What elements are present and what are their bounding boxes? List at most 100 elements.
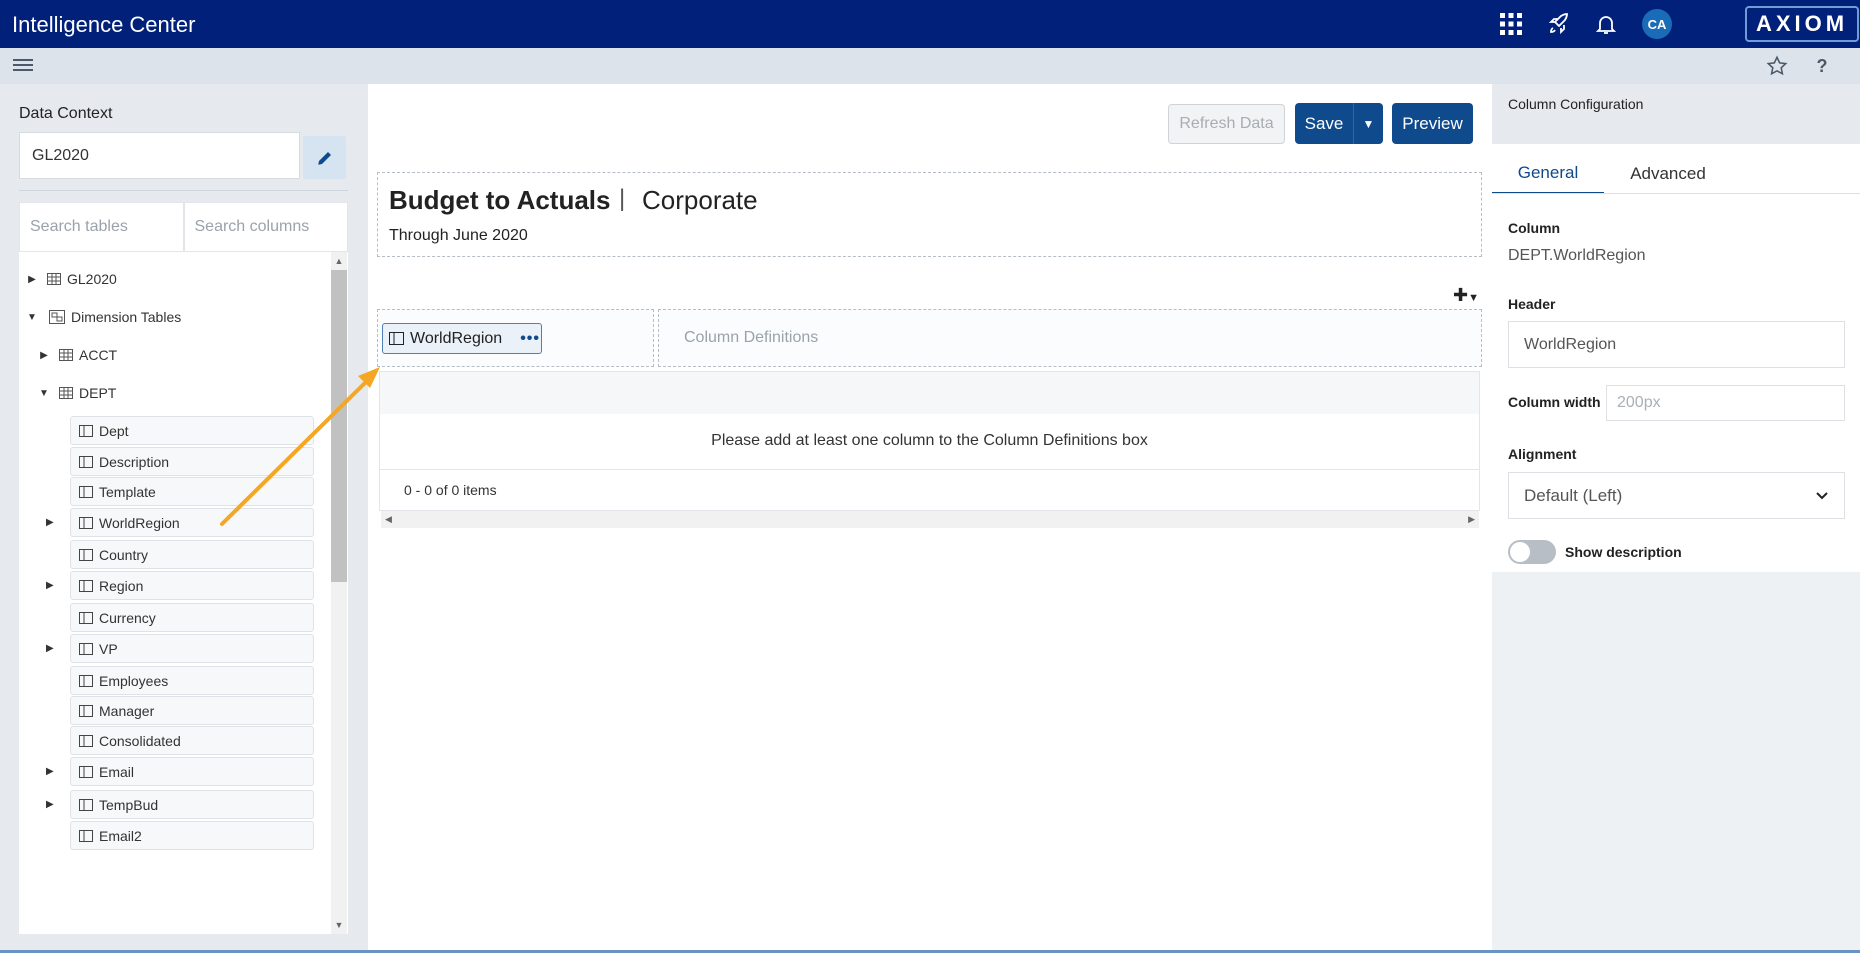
caret-right-icon[interactable]: ▶ (39, 350, 49, 361)
alignment-label: Alignment (1508, 446, 1577, 462)
sub-toolbar: ? (0, 48, 1860, 84)
table-icon (47, 273, 61, 285)
column-item[interactable]: Email2 (70, 821, 314, 850)
user-avatar[interactable]: CA (1642, 9, 1672, 39)
tab-divider (1492, 193, 1860, 194)
scroll-down-icon[interactable]: ▼ (331, 917, 347, 933)
column-item-label: Description (99, 453, 170, 470)
save-label: Save (1304, 113, 1344, 133)
column-definitions-placeholder: Column Definitions (684, 329, 819, 346)
help-icon[interactable]: ? (1810, 54, 1834, 78)
column-label: Column (1508, 220, 1561, 236)
table-icon (59, 349, 73, 361)
column-item[interactable]: VP (70, 634, 314, 663)
report-date: Through June 2020 (389, 227, 528, 244)
report-title-box[interactable]: Budget to Actuals | Corporate Through Ju… (377, 172, 1482, 257)
preview-button[interactable]: Preview (1392, 103, 1473, 144)
column-item-label: Template (99, 483, 156, 500)
column-icon (79, 455, 93, 468)
caret-right-icon[interactable]: ▶ (46, 799, 58, 810)
panel-body: General Advanced Column DEPT.WorldRegion… (1492, 144, 1860, 572)
column-item[interactable]: Consolidated (70, 726, 314, 755)
caret-down-icon[interactable]: ▼ (27, 312, 37, 323)
data-context-label: Data Context (19, 105, 113, 122)
hamburger-menu-icon[interactable] (13, 56, 33, 76)
tree-item-gl2020[interactable]: ▶ GL2020 (27, 264, 117, 294)
panel-header: Column Configuration (1492, 84, 1860, 144)
tree-item-acct[interactable]: ▶ ACCT (39, 340, 117, 370)
column-item-label: Employees (99, 672, 169, 689)
more-options-icon[interactable]: ••• (520, 330, 540, 348)
scroll-up-icon[interactable]: ▲ (331, 253, 347, 269)
caret-down-icon[interactable]: ▼ (39, 388, 49, 399)
caret-right-icon[interactable]: ▶ (46, 517, 58, 528)
column-item-label: Dept (99, 422, 129, 439)
column-width-label: Column width (1508, 394, 1601, 410)
report-title: Budget to Actuals (389, 185, 611, 215)
grid-horizontal-scrollbar[interactable]: ◀ ▶ (381, 511, 1479, 528)
star-icon[interactable] (1765, 54, 1789, 78)
edit-data-context-button[interactable] (303, 136, 346, 179)
caret-down-icon[interactable]: ▼ (1353, 103, 1383, 144)
column-item[interactable]: Currency (70, 603, 314, 632)
tab-advanced[interactable]: Advanced (1604, 154, 1732, 194)
column-item[interactable]: WorldRegion (70, 508, 314, 537)
column-item-label: WorldRegion (99, 514, 180, 531)
bell-icon[interactable] (1592, 10, 1620, 38)
column-item-label: Consolidated (99, 732, 181, 749)
divider (19, 190, 348, 191)
show-description-toggle[interactable] (1508, 540, 1556, 564)
data-context-field[interactable]: GL2020 (19, 132, 300, 179)
column-configuration-panel: Column Configuration General Advanced Co… (1492, 84, 1860, 953)
pencil-icon (317, 151, 331, 165)
scroll-right-icon[interactable]: ▶ (1468, 514, 1475, 525)
tree-item-label: DEPT (79, 385, 117, 401)
add-component-button[interactable]: ✚▼ (1453, 285, 1479, 306)
column-item[interactable]: Dept (70, 416, 314, 445)
column-item[interactable]: Email (70, 757, 314, 786)
column-icon (79, 424, 93, 437)
search-columns-input[interactable]: Search columns (183, 202, 348, 252)
column-icon (79, 642, 93, 655)
tree-item-dimension-tables[interactable]: ▼ Dimension Tables (27, 302, 181, 332)
grid-icon[interactable] (1497, 10, 1525, 38)
grid-empty-message: Please add at least one column to the Co… (711, 432, 1148, 449)
app-title: Intelligence Center (12, 12, 196, 37)
column-value: DEPT.WorldRegion (1508, 247, 1646, 264)
tree-item-label: GL2020 (67, 271, 117, 287)
column-icon (79, 704, 93, 717)
save-button[interactable]: Save ▼ (1295, 103, 1383, 144)
caret-right-icon[interactable]: ▶ (27, 274, 37, 285)
tree-scroll-thumb[interactable] (331, 270, 347, 582)
scroll-left-icon[interactable]: ◀ (385, 514, 392, 525)
tab-general[interactable]: General (1492, 154, 1604, 194)
caret-right-icon[interactable]: ▶ (46, 766, 58, 777)
caret-right-icon[interactable]: ▶ (46, 643, 58, 654)
header-input[interactable]: WorldRegion (1508, 321, 1845, 368)
column-icon (79, 611, 93, 624)
column-item[interactable]: Template (70, 477, 314, 506)
data-context-panel: Data Context GL2020 Search tables Search… (0, 84, 368, 953)
worldregion-chip[interactable]: WorldRegion ••• (382, 323, 542, 354)
column-item-label: Manager (99, 702, 155, 719)
column-icon (79, 548, 93, 561)
column-width-input[interactable]: 200px (1606, 385, 1845, 421)
column-icon (79, 579, 93, 592)
rocket-icon[interactable] (1545, 10, 1573, 38)
tree-item-dept[interactable]: ▼ DEPT (39, 378, 116, 408)
column-item[interactable]: Country (70, 540, 314, 569)
column-item[interactable]: TempBud (70, 790, 314, 819)
alignment-select[interactable]: Default (Left) (1508, 472, 1845, 519)
column-icon (79, 829, 93, 842)
search-tables-input[interactable]: Search tables (19, 202, 184, 252)
column-definitions-box[interactable]: Column Definitions (658, 309, 1482, 367)
tree-item-label: ACCT (79, 347, 118, 363)
column-item[interactable]: Manager (70, 696, 314, 725)
refresh-data-button[interactable]: Refresh Data (1168, 104, 1285, 144)
column-item-label: Country (99, 546, 149, 563)
column-icon (79, 798, 93, 811)
column-item[interactable]: Employees (70, 666, 314, 695)
column-item[interactable]: Description (70, 447, 314, 476)
caret-right-icon[interactable]: ▶ (46, 580, 58, 591)
column-item[interactable]: Region (70, 571, 314, 600)
